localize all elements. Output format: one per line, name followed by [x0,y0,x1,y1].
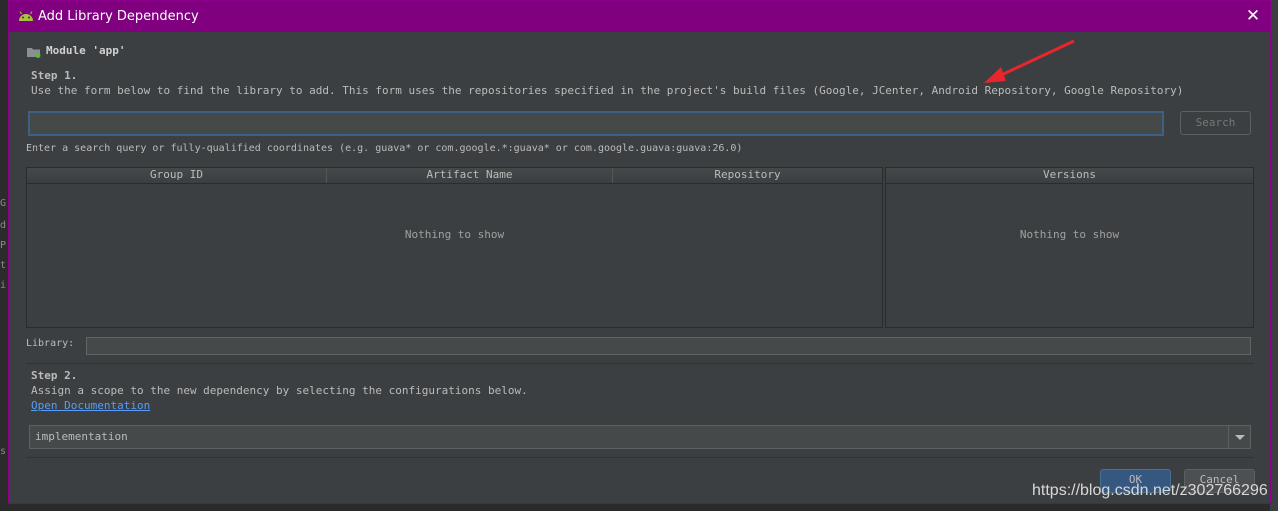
android-icon [19,11,33,21]
versions-empty-text: Nothing to show [1019,228,1120,241]
close-icon[interactable]: ✕ [1245,7,1261,25]
background-glyph: G [0,198,7,209]
background-panel [1270,0,1278,511]
search-button[interactable]: Search [1180,111,1251,135]
title-bar[interactable]: Add Library Dependency ✕ [9,1,1270,32]
annotation-arrow-icon [984,39,1075,83]
results-table[interactable]: Group ID Artifact Name Repository Nothin… [26,167,883,328]
background-glyph: d [0,220,7,231]
results-table-header: Group ID Artifact Name Repository [27,168,882,184]
module-folder-icon [27,48,41,58]
open-documentation-link[interactable]: Open Documentation [31,399,150,412]
step1-title: Step 1. [31,69,78,82]
watermark: https://blog.csdn.net/z302766296 [1032,482,1268,499]
search-hint: Enter a search query or fully-qualified … [26,143,743,154]
add-library-dependency-dialog: Add Library Dependency ✕ Module 'app' St… [8,0,1271,504]
column-header-repository[interactable]: Repository [613,168,882,183]
versions-table-header: Versions [886,168,1253,184]
background-glyph: t [0,260,7,271]
step2-title: Step 2. [31,369,78,382]
library-label: Library: [26,338,75,349]
column-header-group-id[interactable]: Group ID [27,168,327,183]
chevron-down-icon[interactable] [1228,426,1250,448]
background-glyph: s [0,446,7,457]
module-label: Module 'app' [46,44,126,57]
column-header-versions[interactable]: Versions [886,168,1253,183]
step2-description: Assign a scope to the new dependency by … [31,384,528,397]
search-input[interactable] [28,111,1164,136]
results-empty-text: Nothing to show [404,228,505,241]
versions-table[interactable]: Versions Nothing to show [885,167,1254,328]
divider [26,457,1254,458]
column-header-artifact-name[interactable]: Artifact Name [327,168,613,183]
scope-dropdown[interactable]: implementation [29,425,1251,449]
background-glyph: P [0,240,7,251]
scope-selected-value: implementation [35,430,128,443]
background-glyph: i [0,280,7,291]
divider [26,363,1254,364]
dialog-title: Add Library Dependency [38,9,199,24]
library-field[interactable] [86,337,1251,355]
